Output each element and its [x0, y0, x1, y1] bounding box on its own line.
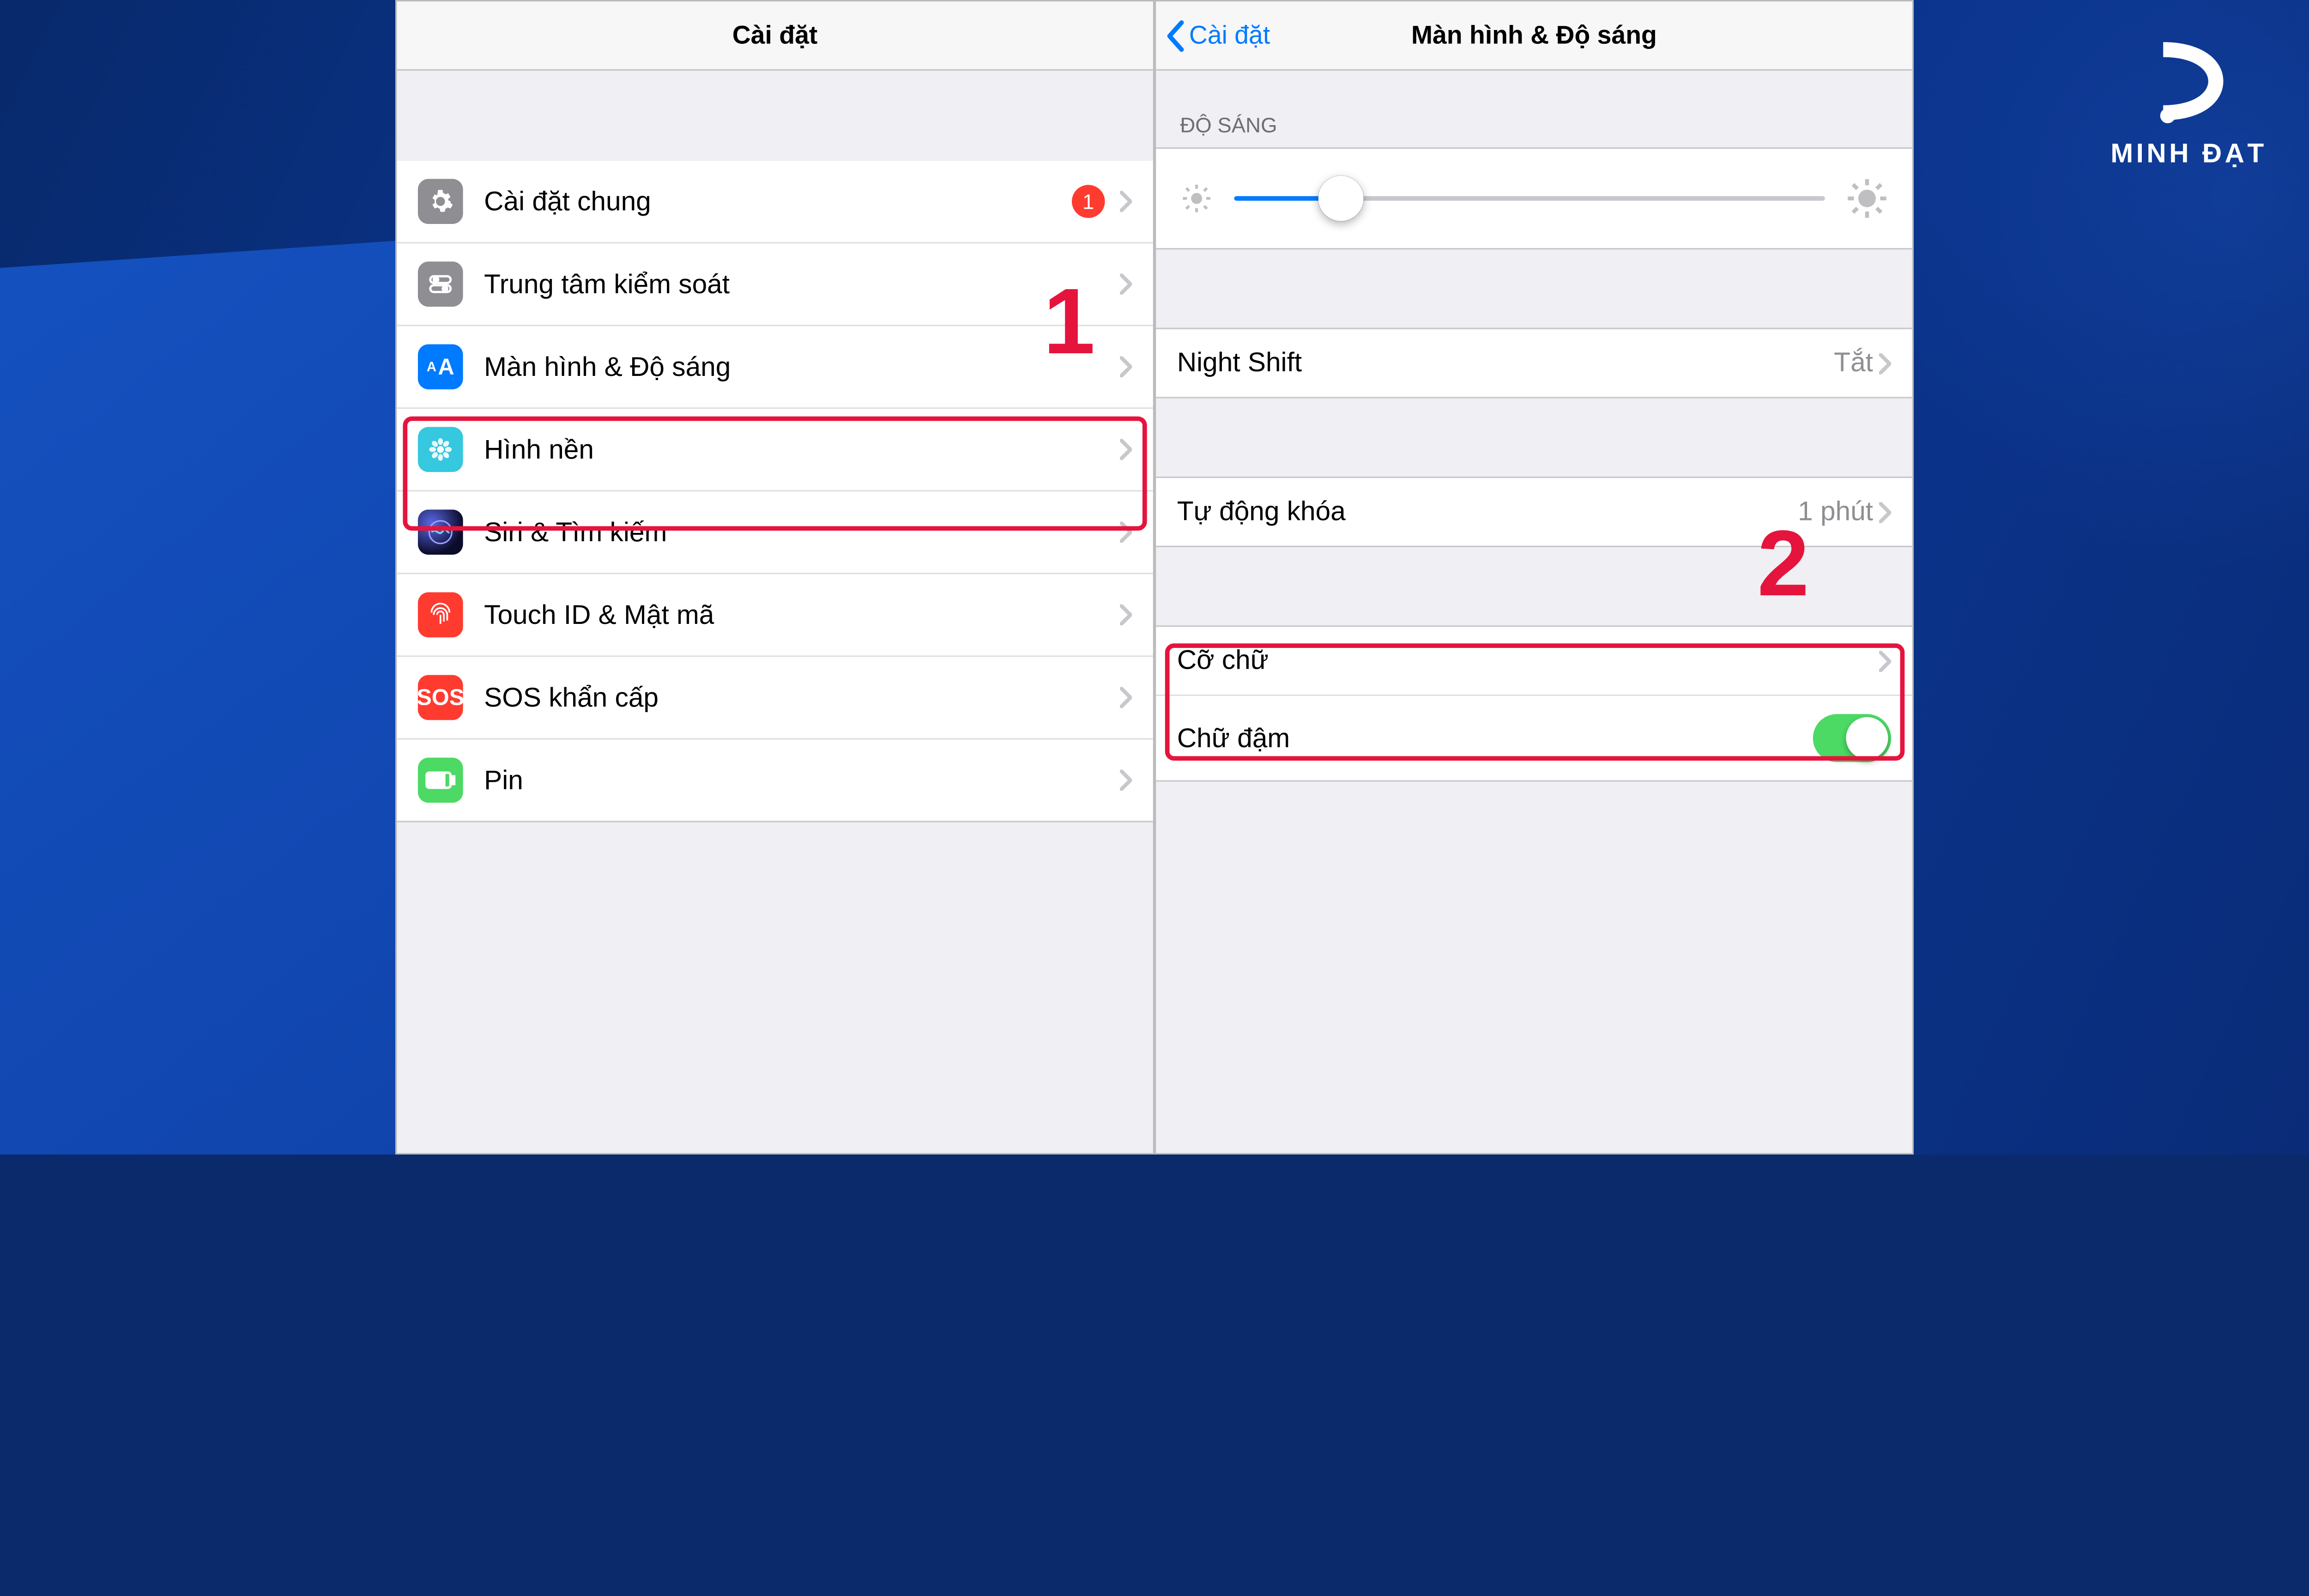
settings-row-siri[interactable]: Siri & Tìm kiếm — [397, 491, 1153, 574]
row-label: Pin — [484, 764, 1120, 796]
chevron-right-icon — [1120, 356, 1132, 377]
row-label: Night Shift — [1177, 347, 1834, 379]
back-button[interactable]: Cài đặt — [1165, 1, 1270, 69]
sos-icon: SOS — [418, 675, 463, 720]
page-title: Cài đặt — [732, 20, 818, 50]
row-label: Trung tâm kiểm soát — [484, 268, 1120, 300]
step-number-2: 2 — [1757, 511, 1809, 618]
settings-row-wallpaper[interactable]: Hình nền — [397, 409, 1153, 491]
row-label: Touch ID & Mật mã — [484, 599, 1120, 630]
row-text-size[interactable]: Cỡ chữ — [1156, 625, 1912, 696]
settings-row-touchid[interactable]: Touch ID & Mật mã — [397, 574, 1153, 657]
settings-row-display-brightness[interactable]: AA Màn hình & Độ sáng — [397, 326, 1153, 409]
row-label: Hình nền — [484, 434, 1120, 465]
bold-text-switch[interactable] — [1813, 714, 1891, 762]
display-settings-content: ĐỘ SÁNG Night Shift Tắt — [1156, 71, 1912, 1153]
chevron-right-icon — [1879, 502, 1891, 523]
chevron-right-icon — [1120, 273, 1132, 295]
row-label: Tự động khóa — [1177, 496, 1798, 527]
settings-list: Cài đặt chung 1 Trung tâm kiểm soát AA M… — [397, 71, 1153, 1153]
navbar: Cài đặt — [397, 1, 1153, 71]
navbar: Cài đặt Màn hình & Độ sáng — [1156, 1, 1912, 71]
brightness-slider-row — [1156, 147, 1912, 249]
chevron-right-icon — [1120, 191, 1132, 212]
sun-large-icon — [1846, 177, 1888, 219]
brightness-slider[interactable] — [1234, 176, 1825, 221]
settings-row-battery[interactable]: Pin — [397, 740, 1153, 822]
chevron-right-icon — [1879, 650, 1891, 671]
settings-row-control-center[interactable]: Trung tâm kiểm soát — [397, 243, 1153, 326]
brand-name: MINH ĐẠT — [2110, 138, 2267, 169]
chevron-right-icon — [1120, 439, 1132, 460]
chevron-right-icon — [1879, 352, 1891, 374]
chevron-right-icon — [1120, 522, 1132, 543]
row-label: Cài đặt chung — [484, 186, 1072, 217]
battery-icon — [418, 758, 463, 803]
siri-icon — [418, 510, 463, 555]
fingerprint-icon — [418, 592, 463, 638]
row-night-shift[interactable]: Night Shift Tắt — [1156, 328, 1912, 399]
row-bold-text: Chữ đậm — [1156, 696, 1912, 782]
settings-row-sos[interactable]: SOS SOS khẩn cấp — [397, 657, 1153, 740]
brand-watermark: MINH ĐẠT — [2110, 33, 2267, 170]
notification-badge: 1 — [1072, 185, 1105, 218]
text-size-icon: AA — [418, 344, 463, 389]
chevron-right-icon — [1120, 605, 1132, 626]
back-label: Cài đặt — [1189, 20, 1270, 50]
row-label: Chữ đậm — [1177, 722, 1813, 754]
phone-screenshots-container: Cài đặt Cài đặt chung 1 Trung tâm kiể — [395, 0, 1914, 1155]
toggles-icon — [418, 261, 463, 307]
brand-logo-icon — [2148, 33, 2230, 129]
screen-display-brightness: Cài đặt Màn hình & Độ sáng ĐỘ SÁNG — [1154, 0, 1914, 1155]
gear-icon — [418, 179, 463, 224]
row-label: Siri & Tìm kiếm — [484, 516, 1120, 548]
chevron-right-icon — [1120, 770, 1132, 791]
section-header-brightness: ĐỘ SÁNG — [1156, 71, 1912, 147]
flower-icon — [418, 427, 463, 472]
step-number-1: 1 — [1043, 269, 1095, 376]
settings-row-general[interactable]: Cài đặt chung 1 — [397, 161, 1153, 243]
row-value: Tắt — [1834, 347, 1873, 379]
screen-settings-root: Cài đặt Cài đặt chung 1 Trung tâm kiể — [395, 0, 1154, 1155]
chevron-right-icon — [1120, 687, 1132, 708]
page-title: Màn hình & Độ sáng — [1411, 20, 1657, 50]
sun-small-icon — [1180, 182, 1213, 215]
row-label: Cỡ chữ — [1177, 645, 1879, 676]
row-label: Màn hình & Độ sáng — [484, 351, 1120, 382]
row-label: SOS khẩn cấp — [484, 682, 1120, 713]
chevron-left-icon — [1165, 19, 1185, 52]
